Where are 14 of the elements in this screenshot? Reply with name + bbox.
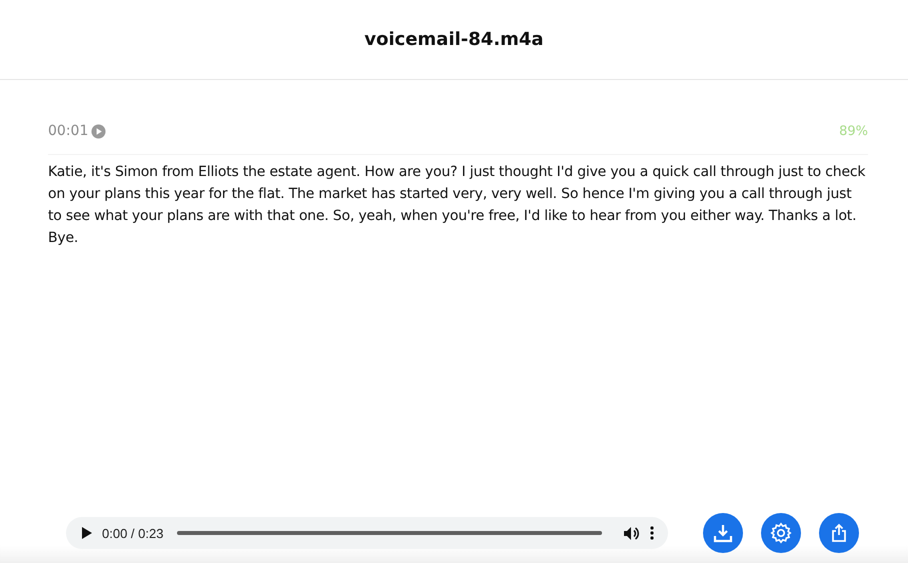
- download-icon: [713, 523, 733, 543]
- share-icon: [830, 523, 848, 543]
- download-button[interactable]: [703, 513, 743, 553]
- play-icon[interactable]: [82, 527, 92, 539]
- confidence-score: 89%: [839, 124, 868, 138]
- settings-button[interactable]: [761, 513, 801, 553]
- more-icon[interactable]: [650, 526, 654, 540]
- timestamp: 00:01: [48, 123, 88, 139]
- share-button[interactable]: [819, 513, 859, 553]
- transcript-text: Katie, it's Simon from Elliots the estate agent. How are you? I just thought I'd give you a quick call through just to check on your plans this year for the flat. The market has started very, very well. So hence I'm giving you a call through just to see what your plans are with that one. So, yeah, when you're free, I'd like to hear from you either way. Thanks a lot. Bye.: [48, 154, 868, 249]
- volume-icon[interactable]: [624, 526, 640, 540]
- settings-icon: [770, 522, 792, 544]
- playback-time: 0:00 / 0:23: [102, 526, 164, 540]
- window-title: voicemail-84.m4a: [364, 29, 544, 50]
